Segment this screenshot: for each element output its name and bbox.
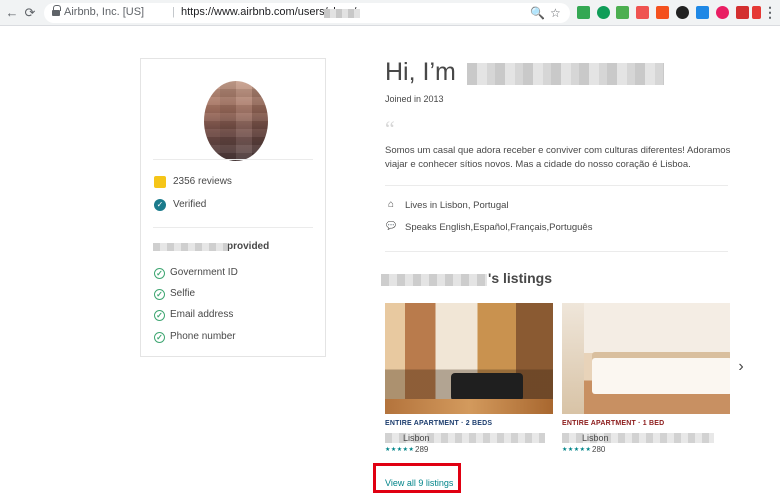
checklist-extension-icon[interactable] [616,6,629,19]
reviews-count[interactable]: 2356 reviews [173,176,232,187]
provided-heading: provided [227,241,270,252]
listings-heading: 's listings [488,270,553,286]
grammarly-extension-icon[interactable] [597,6,610,19]
reload-icon[interactable]: ⟳ [22,5,38,21]
card-divider [153,159,313,160]
section-divider [385,251,728,252]
host-name-redacted [467,63,664,85]
listing-photo[interactable] [385,303,553,414]
check-circle-icon: ✓ [154,289,165,300]
listings-owner-redacted [381,274,487,286]
section-divider [385,185,728,186]
check-circle-icon: ✓ [154,268,165,279]
listing-type: ENTIRE APARTMENT · 2 BEDS [385,420,493,427]
rating-stars: ★★★★★ [562,447,592,453]
site-identity: Airbnb, Inc. [US] [64,6,145,18]
verification-item: Selfie [170,288,196,299]
view-all-listings-link[interactable]: View all 9 listings [385,478,453,488]
zoom-icon[interactable]: 🔍 [530,6,545,20]
back-arrow-icon[interactable]: ← [4,5,20,21]
page-title: Hi, I’m [385,58,456,86]
blue-extension-icon[interactable] [696,6,709,19]
flipboard-extension-icon[interactable] [736,6,749,19]
chevron-right-icon[interactable]: › [735,358,747,376]
check-circle-icon: ✓ [154,332,165,343]
about-text: Somos um casal que adora receber e convi… [385,145,731,170]
lives-in: Lives in Lisbon, Portugal [405,200,509,211]
profile-card: 2356 reviews ✓ Verified provided ✓ Gover… [140,58,326,357]
joined-date: Joined in 2013 [385,94,444,104]
address-bar[interactable]: Airbnb, Inc. [US] | https://www.airbnb.c… [44,3,570,23]
browser-toolbar: ← ⟳ Airbnb, Inc. [US] | https://www.airb… [0,0,780,26]
pinterest-extension-icon[interactable] [716,6,729,19]
listing-review-count: 280 [592,445,606,454]
bookmark-star-icon[interactable]: ☆ [550,6,561,20]
lock-icon [52,5,61,17]
languages: Speaks English,Español,Français,Portuguê… [405,222,593,233]
verified-label: Verified [173,199,207,210]
check-circle-icon: ✓ [154,310,165,321]
verification-item: Email address [170,309,234,320]
speech-bubble-icon: 💬 [386,221,396,230]
quote-icon: “ [385,116,395,141]
name-redacted [153,243,227,251]
listing-review-count: 289 [415,445,429,454]
browser-menu-icon[interactable]: ⋮ [763,3,777,21]
dark-extension-icon[interactable] [676,6,689,19]
recycle-extension-icon[interactable] [577,6,590,19]
avatar[interactable] [204,81,268,161]
reviews-speech-icon [154,176,166,188]
url-separator: | [172,6,175,18]
listing-location[interactable]: Lisbon [582,433,609,443]
verification-item: Government ID [170,267,238,278]
verification-item: Phone number [170,331,236,342]
home-icon: ⌂ [387,199,395,210]
orange-extension-icon[interactable] [656,6,669,19]
listing-location[interactable]: Lisbon [403,433,430,443]
red-extension-icon[interactable] [636,6,649,19]
rating-stars: ★★★★★ [385,447,415,453]
verified-badge-icon: ✓ [154,199,166,211]
listing-photo[interactable] [562,303,730,414]
listing-type: ENTIRE APARTMENT · 1 BED [562,420,665,427]
url-redacted [324,9,360,18]
card-divider [153,227,313,228]
red-square-extension-icon[interactable] [752,6,761,19]
